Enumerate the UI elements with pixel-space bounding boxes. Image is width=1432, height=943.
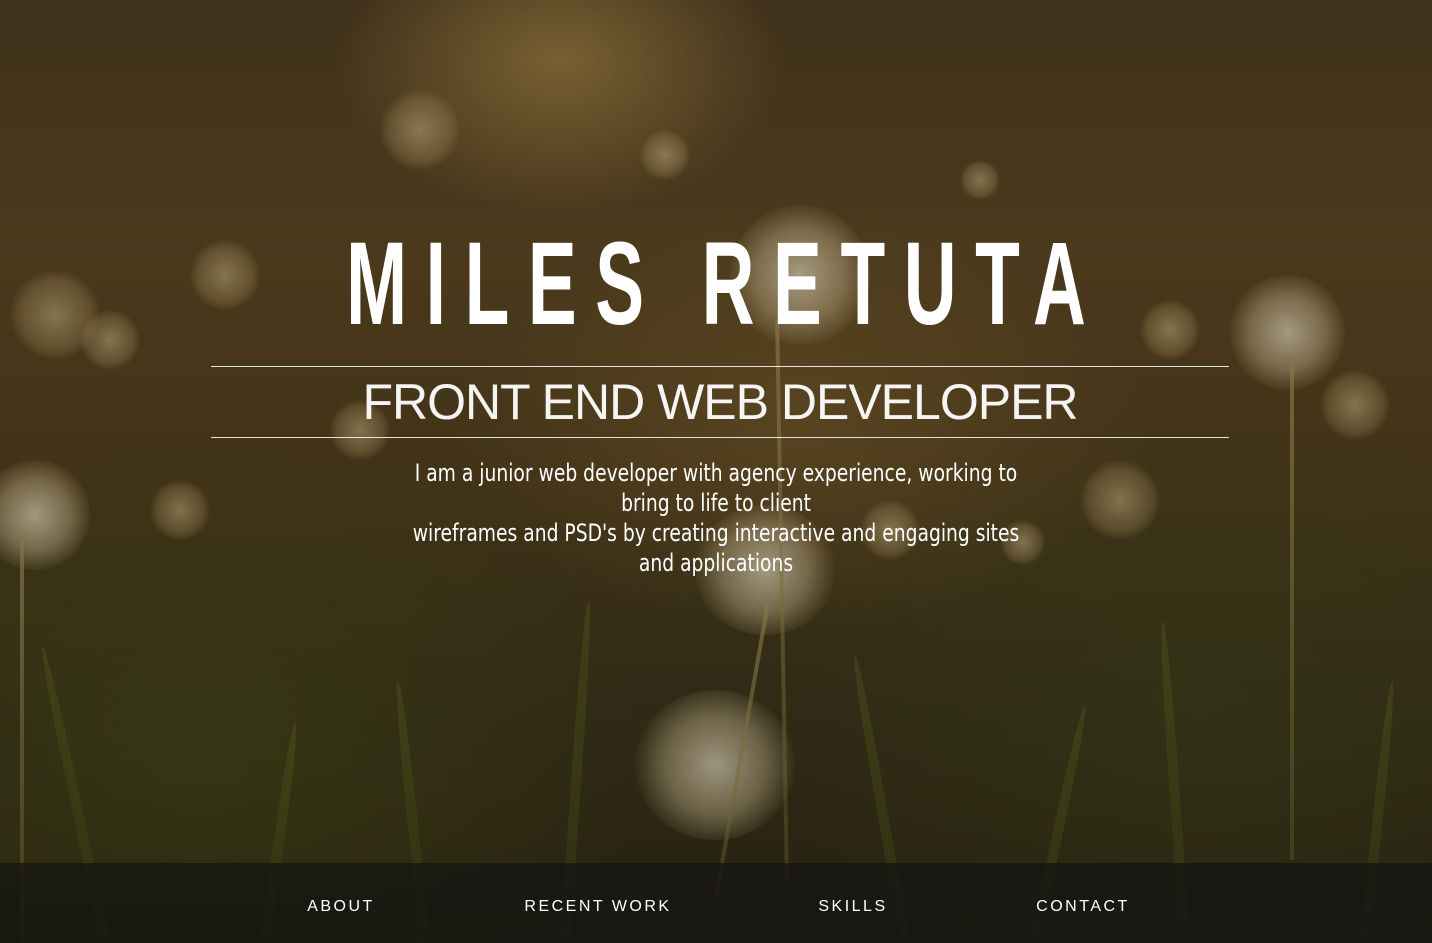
hero-content: MILES RETUTA FRONT END WEB DEVELOPER I a… xyxy=(0,0,1432,943)
hero-section: MILES RETUTA FRONT END WEB DEVELOPER I a… xyxy=(0,0,1432,943)
hero-title: FRONT END WEB DEVELOPER xyxy=(362,374,1078,430)
hero-bio-line-2: wireframes and PSD's by creating interac… xyxy=(412,519,1020,577)
nav-recent-work-link[interactable]: RECENT WORK xyxy=(510,863,686,943)
hero-bio: I am a junior web developer with agency … xyxy=(404,458,1028,578)
nav-about-link[interactable]: ABOUT xyxy=(280,863,402,943)
hero-bio-line-1: I am a junior web developer with agency … xyxy=(414,459,1018,517)
bottom-navbar: ABOUT RECENT WORK SKILLS CONTACT xyxy=(0,863,1432,943)
nav-contact-link[interactable]: CONTACT xyxy=(1018,863,1148,943)
hero-name: MILES RETUTA xyxy=(346,218,1105,350)
nav-skills-link[interactable]: SKILLS xyxy=(800,863,906,943)
divider-top xyxy=(211,366,1229,367)
divider-bottom xyxy=(211,437,1229,438)
